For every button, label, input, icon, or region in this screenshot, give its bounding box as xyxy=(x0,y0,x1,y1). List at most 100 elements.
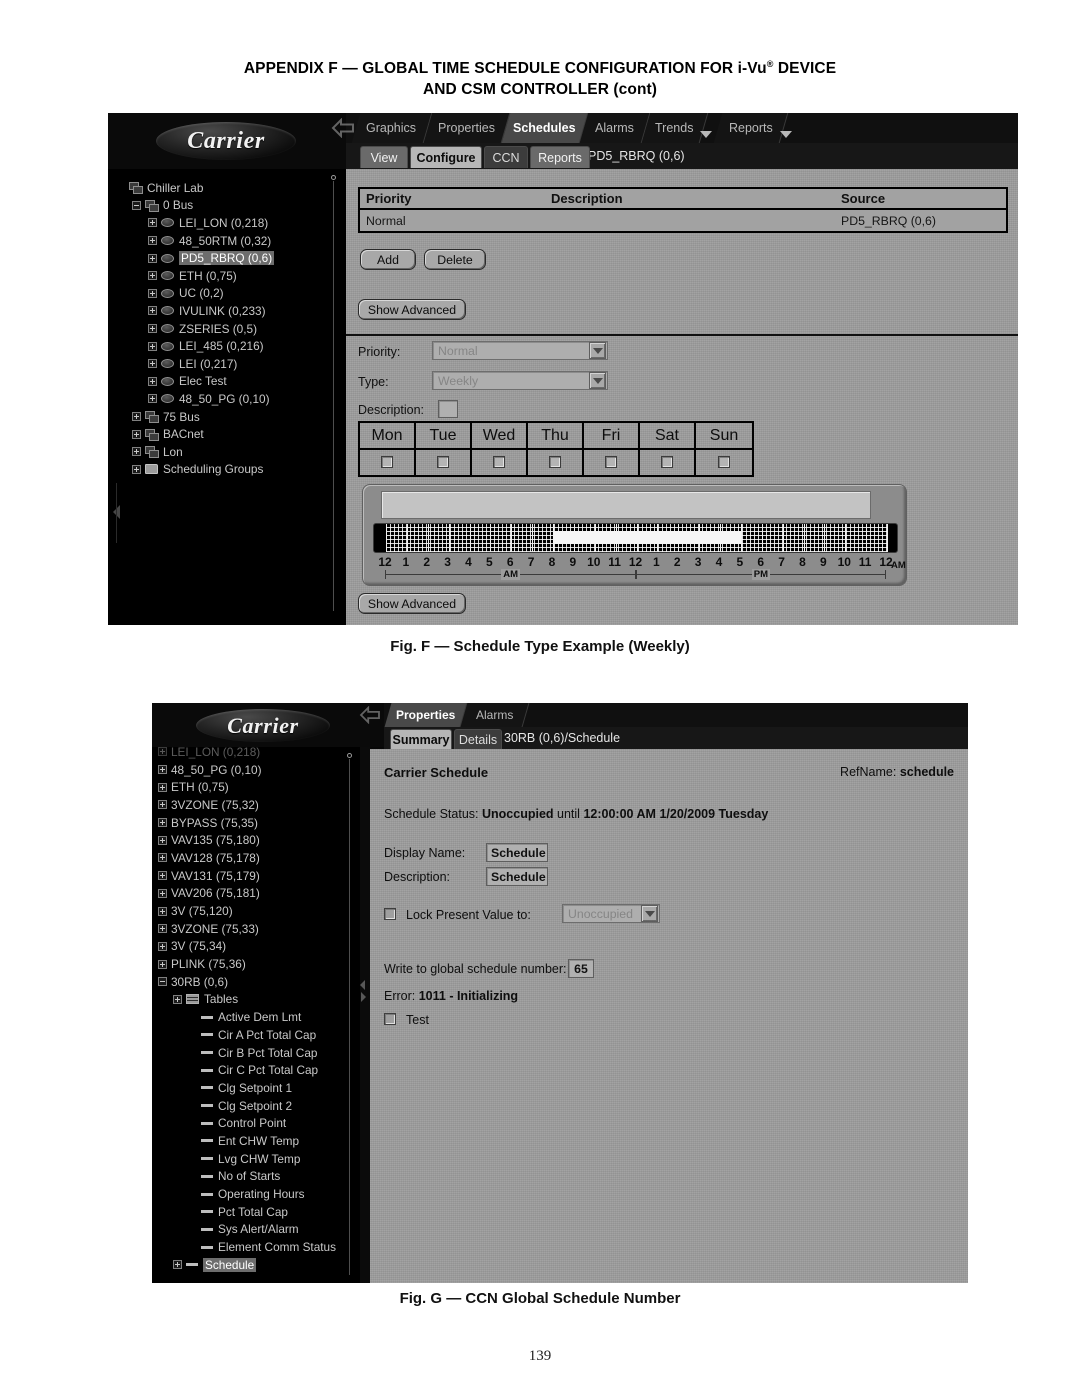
tree-item[interactable]: 48_50_PG (0,10) xyxy=(158,761,344,779)
expand-icon[interactable] xyxy=(132,447,141,457)
expand-icon[interactable] xyxy=(148,359,157,369)
primary-tab-trends[interactable]: Trends xyxy=(641,113,709,143)
tree-item[interactable]: LEI_485 (0,216) xyxy=(116,337,328,355)
tree-item[interactable]: Elec Test xyxy=(116,373,328,391)
primary-tab-reports[interactable]: Reports xyxy=(713,113,789,143)
expand-icon[interactable] xyxy=(158,835,167,845)
tree-item[interactable]: VAV131 (75,179) xyxy=(158,867,344,885)
expand-icon[interactable] xyxy=(158,818,167,828)
chevron-down-icon[interactable] xyxy=(700,131,712,138)
navigation-tree-g[interactable]: LEI_LON (0,218) 48_50_PG (0,10) ETH (0,75)… xyxy=(152,747,360,1283)
tree-scroll-track-f[interactable] xyxy=(333,181,334,611)
tree-item[interactable]: 3VZONE (75,33) xyxy=(158,920,344,938)
tree-item[interactable]: 3V (75,34) xyxy=(158,938,344,956)
tree-item[interactable]: 3VZONE (75,32) xyxy=(158,796,344,814)
tree-item[interactable]: Cir A Pct Total Cap xyxy=(158,1026,344,1044)
weekday-cell[interactable] xyxy=(528,450,582,474)
tree-item[interactable]: Clg Setpoint 1 xyxy=(158,1079,344,1097)
description-input[interactable]: Schedule xyxy=(486,867,548,886)
tree-item[interactable]: VAV128 (75,178) xyxy=(158,849,344,867)
expand-icon[interactable] xyxy=(158,765,167,775)
tree-item[interactable]: Sys Alert/Alarm xyxy=(158,1221,344,1239)
expand-icon[interactable] xyxy=(158,888,167,898)
expand-icon[interactable] xyxy=(148,236,157,246)
tree-item[interactable]: Tables xyxy=(158,991,344,1009)
tree-item[interactable]: BYPASS (75,35) xyxy=(158,814,344,832)
weekday-cell[interactable] xyxy=(472,450,526,474)
tree-item[interactable]: No of Starts xyxy=(158,1168,344,1186)
type-select[interactable]: Weekly xyxy=(432,371,608,390)
table-row[interactable]: Normal PD5_RBRQ (0,6) xyxy=(360,210,1006,231)
tree-item[interactable]: Clg Setpoint 2 xyxy=(158,1097,344,1115)
expand-icon[interactable] xyxy=(148,341,157,351)
tree-item[interactable]: PLINK (75,36) xyxy=(158,955,344,973)
expand-icon[interactable] xyxy=(148,376,157,386)
expand-icon[interactable] xyxy=(173,994,182,1004)
tree-item[interactable]: Lon xyxy=(116,443,328,461)
expand-icon[interactable] xyxy=(148,253,157,263)
back-arrow-icon[interactable] xyxy=(358,706,382,724)
expand-icon[interactable] xyxy=(148,271,157,281)
primary-tabs-f[interactable]: Graphics Properties Schedules Alarms Trends R… xyxy=(351,113,1018,143)
weekday-cell[interactable] xyxy=(416,450,470,474)
show-advanced-top-button[interactable]: Show Advanced xyxy=(358,299,466,320)
priority-table[interactable]: Priority Description Source Normal PD5_R… xyxy=(358,187,1008,233)
navigation-tree-f[interactable]: Chiller Lab 0 Bus LEI_LON (0,218) 48_50RTM … xyxy=(108,169,346,625)
tree-item[interactable]: ZSERIES (0,5) xyxy=(116,320,328,338)
lock-present-value-checkbox[interactable] xyxy=(384,908,396,920)
expand-icon[interactable] xyxy=(148,306,157,316)
splitter-collapse-icon-f[interactable] xyxy=(110,503,124,526)
weekday-checkbox-thu[interactable] xyxy=(549,456,561,468)
chevron-down-icon[interactable] xyxy=(589,342,606,359)
tree-scroll-handle-g[interactable] xyxy=(347,753,352,758)
weekday-cell[interactable] xyxy=(696,450,752,474)
timeline-occupied-bar[interactable] xyxy=(553,531,741,544)
tree-item[interactable]: Scheduling Groups xyxy=(116,461,328,479)
weekday-checkbox-sat[interactable] xyxy=(661,456,673,468)
tree-item[interactable]: IVULINK (0,233) xyxy=(116,302,328,320)
tree-item[interactable]: Pct Total Cap xyxy=(158,1203,344,1221)
tree-item[interactable]: PD5_RBRQ (0,6) xyxy=(116,249,328,267)
primary-tabs-g[interactable]: Properties Alarms xyxy=(384,703,948,727)
weekday-grid[interactable]: Mon Tue Wed Thu Fri Sat Sun xyxy=(358,421,754,477)
tab-view[interactable]: View xyxy=(360,146,408,168)
expand-icon[interactable] xyxy=(148,218,157,228)
expand-icon[interactable] xyxy=(132,464,141,474)
description-input[interactable] xyxy=(438,400,458,418)
expand-icon[interactable] xyxy=(132,412,141,422)
expand-icon[interactable] xyxy=(158,959,167,969)
timeline-label-box[interactable] xyxy=(381,491,871,519)
expand-icon[interactable] xyxy=(158,853,167,863)
expand-icon[interactable] xyxy=(158,924,167,934)
weekday-checkbox-tue[interactable] xyxy=(437,456,449,468)
tree-item[interactable]: 3V (75,120) xyxy=(158,902,344,920)
tree-item[interactable]: Ent CHW Temp xyxy=(158,1132,344,1150)
chevron-down-icon[interactable] xyxy=(589,372,606,389)
tree-item[interactable]: Control Point xyxy=(158,1114,344,1132)
add-button[interactable]: Add xyxy=(360,249,416,270)
weekday-checkbox-fri[interactable] xyxy=(605,456,617,468)
expand-icon[interactable] xyxy=(132,429,141,439)
chevron-down-icon[interactable] xyxy=(780,131,792,138)
primary-tab-alarms[interactable]: Alarms xyxy=(460,703,530,727)
weekday-cell[interactable] xyxy=(360,450,414,474)
tree-scroll-track-g[interactable] xyxy=(349,759,350,1275)
back-arrow-icon[interactable] xyxy=(330,118,356,138)
weekday-checkbox-sun[interactable] xyxy=(718,456,730,468)
tree-scroll-handle-f[interactable] xyxy=(331,175,336,180)
tree-item[interactable]: LEI_LON (0,218) xyxy=(116,214,328,232)
primary-tab-graphics[interactable]: Graphics xyxy=(351,113,433,143)
expand-icon[interactable] xyxy=(158,871,167,881)
tree-item[interactable]: Lvg CHW Temp xyxy=(158,1150,344,1168)
expand-icon[interactable] xyxy=(158,782,167,792)
tree-item[interactable]: VAV206 (75,181) xyxy=(158,885,344,903)
pane-resize-arrows-icon[interactable] xyxy=(358,978,368,1009)
tree-item[interactable]: Element Comm Status xyxy=(158,1238,344,1256)
expand-icon[interactable] xyxy=(148,394,157,404)
weekday-checkbox-mon[interactable] xyxy=(381,456,393,468)
tab-reports[interactable]: Reports xyxy=(530,146,590,168)
tree-item[interactable]: 48_50_PG (0,10) xyxy=(116,390,328,408)
tree-item[interactable]: Active Dem Lmt xyxy=(158,1008,344,1026)
tree-item[interactable]: VAV135 (75,180) xyxy=(158,831,344,849)
tree-item[interactable]: Cir C Pct Total Cap xyxy=(158,1061,344,1079)
